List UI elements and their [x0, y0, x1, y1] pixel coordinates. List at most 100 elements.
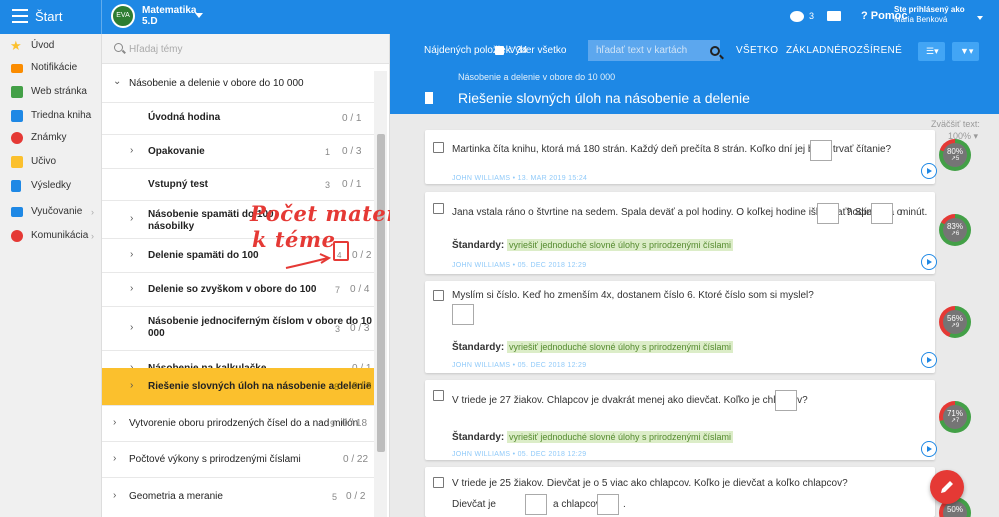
top-bar: Štart EVA Matematika 5.D 3 ? Pomoc Ste p…	[0, 0, 999, 34]
search-icon	[114, 43, 123, 52]
topic-fraction: 0 / 4	[350, 284, 370, 295]
task-card[interactable]: Myslím si číslo. Keď ho zmenším 4x, dost…	[425, 281, 937, 373]
tab-extended[interactable]: ROZŠÍRENÉ	[841, 45, 902, 56]
card-checkbox[interactable]	[433, 390, 444, 401]
topic-row[interactable]: › Geometria a meranie 5 0 / 2	[102, 478, 374, 517]
sidebar-item-web[interactable]: Web stránka	[0, 82, 102, 104]
chevron-right-icon[interactable]: ›	[130, 145, 133, 156]
chevron-down-icon[interactable]	[977, 16, 983, 20]
answer-input[interactable]	[810, 140, 832, 161]
topic-label: Vytvorenie oboru prirodzených čísel do a…	[129, 418, 359, 429]
standard-label: Štandardy:	[452, 342, 505, 353]
task-card[interactable]: V triede je 25 žiakov. Dievčat je o 5 vi…	[425, 467, 935, 517]
chevron-right-icon[interactable]: ›	[130, 380, 133, 391]
chevron-right-icon[interactable]: ›	[130, 249, 133, 260]
minutes-input[interactable]	[871, 203, 893, 224]
sidebar-item-uvod[interactable]: ★ Úvod	[0, 36, 102, 58]
subject-selector[interactable]: Matematika 5.D	[142, 5, 196, 27]
chevron-right-icon[interactable]: ›	[130, 213, 133, 224]
chat-icon[interactable]	[790, 11, 804, 22]
standard-tag: vyriešiť jednoduché slovné úlohy s priro…	[507, 341, 733, 353]
mail-icon[interactable]	[827, 11, 841, 21]
chevron-right-icon: ›	[91, 207, 94, 217]
sidebar-item-triedna-kniha[interactable]: Triedna kniha	[0, 106, 102, 128]
bookmark-icon[interactable]	[425, 92, 433, 104]
sidebar-item-notifikacie[interactable]: Notifikácie	[0, 58, 102, 80]
topic-row[interactable]: › Násobenie jednociferným číslom v obore…	[102, 307, 374, 351]
success-donut: 56% ↗9	[939, 306, 971, 338]
sidebar-item-label: Triedna kniha	[31, 110, 92, 121]
answer-input[interactable]	[452, 304, 474, 325]
material-count: 3	[335, 324, 341, 334]
attempts-count: ↗6	[950, 231, 960, 237]
sidebar: ★ Úvod Notifikácie Web stránka Triedna k…	[0, 34, 102, 517]
select-all-checkbox[interactable]	[495, 46, 504, 55]
chevron-right-icon[interactable]: ›	[113, 490, 116, 501]
task-card[interactable]: Martinka číta knihu, ktorá má 180 strán.…	[425, 130, 937, 184]
sidebar-item-label: Známky	[31, 132, 67, 143]
tab-basic[interactable]: ZÁKLADNÉ	[786, 45, 841, 56]
standard-row: Štandardy: vyriešiť jednoduché slovné úl…	[452, 431, 733, 443]
sidebar-item-vysledky[interactable]: Výsledky	[0, 176, 102, 198]
tab-all[interactable]: VŠETKO	[736, 45, 778, 56]
sort-button[interactable]: ☰▾	[918, 42, 945, 61]
play-icon[interactable]	[921, 441, 937, 457]
card-checkbox[interactable]	[433, 142, 444, 153]
topic-row[interactable]: Úvodná hodina 0 / 1	[102, 103, 374, 135]
topic-row-active[interactable]: › Riešenie slovných úloh na násobenie a …	[102, 368, 374, 406]
topics-scrollbar[interactable]	[374, 71, 387, 517]
card-search-input[interactable]	[588, 40, 720, 61]
sidebar-item-znamky[interactable]: Známky	[0, 128, 102, 150]
chevron-right-icon[interactable]: ›	[130, 283, 133, 294]
chevron-down-icon[interactable]	[195, 13, 203, 18]
topic-row[interactable]: › Počtové výkony s prirodzenými číslami …	[102, 442, 374, 478]
chevron-right-icon[interactable]: ›	[113, 453, 116, 464]
card-checkbox[interactable]	[433, 203, 444, 214]
topic-row[interactable]: ⌄ Násobenie a delenie v obore do 10 000	[102, 65, 374, 103]
topic-row[interactable]: › Vytvorenie oboru prirodzených čísel do…	[102, 406, 374, 442]
breadcrumb[interactable]: Násobenie a delenie v obore do 10 000	[458, 72, 615, 82]
topic-row[interactable]: › Delenie so zvyškom v obore do 100 7 0 …	[102, 273, 374, 307]
sidebar-item-komunikacia[interactable]: Komunikácia ›	[0, 226, 102, 248]
card-checkbox[interactable]	[433, 290, 444, 301]
filter-icon: ▼▾	[960, 46, 974, 56]
topic-label-line2: násobilky	[148, 221, 195, 232]
boys-input[interactable]	[597, 494, 619, 515]
topic-search-input[interactable]	[129, 41, 369, 57]
topic-row[interactable]: Vstupný test 3 0 / 1	[102, 169, 374, 201]
material-count: 5	[332, 492, 338, 502]
search-icon[interactable]	[710, 46, 720, 56]
attempts-count: ↗7	[950, 418, 960, 424]
sidebar-item-label: Úvod	[31, 40, 55, 51]
edit-fab-button[interactable]	[930, 470, 964, 504]
subject-logo[interactable]: EVA	[111, 4, 135, 28]
star-icon: ★	[10, 38, 22, 53]
topic-row[interactable]: › Opakovanie 1 0 / 3	[102, 135, 374, 169]
scroll-thumb[interactable]	[377, 134, 385, 452]
filter-button[interactable]: ▼▾	[952, 42, 979, 61]
attempts-count: ↗5	[950, 156, 960, 162]
sidebar-item-ucivo[interactable]: Učivo	[0, 152, 102, 174]
chevron-down-icon[interactable]: ⌄	[113, 76, 121, 87]
sidebar-item-vyucovanie[interactable]: Vyučovanie ›	[0, 202, 102, 224]
chevron-right-icon[interactable]: ›	[130, 322, 133, 333]
task-card[interactable]: V triede je 27 žiakov. Chlapcov je dvakr…	[425, 380, 937, 460]
play-icon[interactable]	[921, 254, 937, 270]
girls-input[interactable]	[525, 494, 547, 515]
hours-input[interactable]	[817, 203, 839, 224]
menu-icon[interactable]	[12, 9, 28, 23]
start-label[interactable]: Štart	[35, 9, 62, 24]
task-card[interactable]: Jana vstala ráno o štvrtine na sedem. Sp…	[425, 192, 937, 274]
subject-name: Matematika	[142, 5, 197, 16]
topic-label: Delenie spamäti do 100	[148, 250, 259, 261]
chevron-right-icon[interactable]: ›	[113, 417, 116, 428]
select-all-label[interactable]: Vyber všetko	[509, 45, 566, 56]
user-menu[interactable]: Ste prihlásený ako Mária Benková	[894, 5, 965, 25]
play-icon[interactable]	[921, 352, 937, 368]
home-icon	[11, 86, 23, 98]
card-checkbox[interactable]	[433, 477, 444, 488]
play-icon[interactable]	[921, 163, 937, 179]
answer-input[interactable]	[775, 390, 797, 411]
minutes-label: minút.	[900, 207, 928, 218]
filter-bar: Nájdených položiek: 34 Vyber všetko VŠET…	[390, 34, 999, 68]
